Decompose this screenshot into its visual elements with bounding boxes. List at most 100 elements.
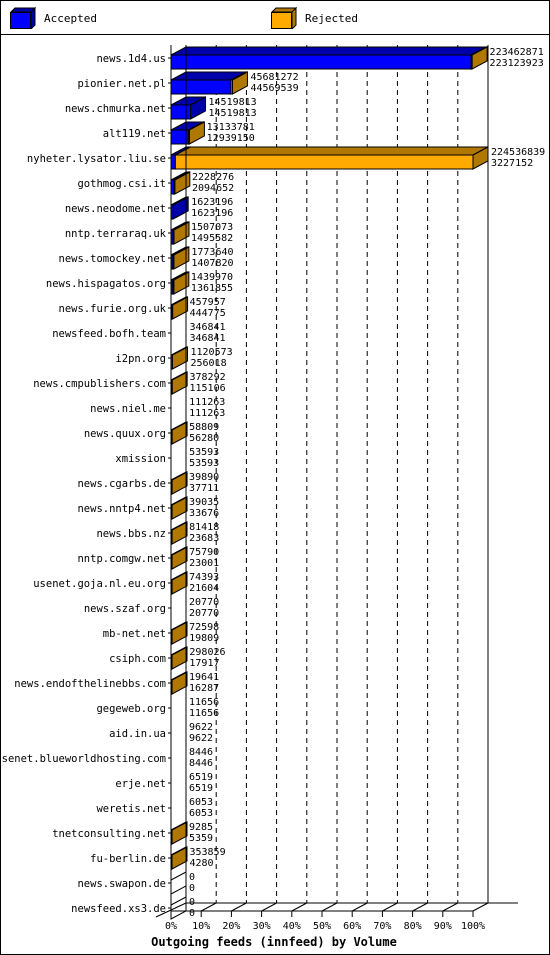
value-label-offered: 45681272 xyxy=(250,72,298,83)
bar-row xyxy=(170,171,191,195)
category-label: erje.net xyxy=(115,778,166,790)
x-tick-label: 80% xyxy=(404,921,422,932)
value-label-offered: 378292 xyxy=(190,372,226,383)
value-label-offered: 53593 xyxy=(189,447,219,458)
bar-front-face xyxy=(230,79,233,95)
bar-rejected xyxy=(170,496,188,520)
value-label-accepted: 14519813 xyxy=(209,108,257,119)
floor-tick-diagonal xyxy=(351,902,368,912)
value-label-accepted: 1495582 xyxy=(191,233,233,244)
category-label: news.furie.org.uk xyxy=(59,303,167,315)
category-label: news.niel.me xyxy=(90,403,166,415)
floor-tick-diagonal xyxy=(291,902,308,912)
value-label-accepted: 33676 xyxy=(189,508,219,519)
category-label: news.hispagatos.org xyxy=(46,278,166,290)
value-label-offered: 74393 xyxy=(189,572,219,583)
value-label-offered: 1773640 xyxy=(191,247,233,258)
value-label-accepted: 37711 xyxy=(189,483,219,494)
bar-row xyxy=(170,896,187,920)
bar-rejected xyxy=(174,146,489,170)
bar-row xyxy=(170,46,488,70)
bar-front-face xyxy=(170,154,176,170)
bar-front-face xyxy=(172,254,175,270)
bar-row xyxy=(170,346,189,370)
bar-row xyxy=(170,846,188,870)
value-label-offered: 223462871 xyxy=(490,47,544,58)
x-tick-label: 0% xyxy=(165,921,177,932)
value-label-accepted: 5359 xyxy=(189,833,213,844)
value-label-offered: 19641 xyxy=(189,672,219,683)
bar-front-face xyxy=(173,179,176,195)
category-label: newsfeed.xs3.de xyxy=(71,903,166,915)
bar-rejected xyxy=(170,846,188,870)
x-tick-label: 40% xyxy=(283,921,301,932)
bar-rejected xyxy=(170,521,188,545)
bar-row xyxy=(170,646,188,670)
value-label-offered: 9285 xyxy=(189,822,213,833)
bar-zero-outline xyxy=(170,871,187,895)
value-label-offered: 298026 xyxy=(189,647,225,658)
value-label-accepted: 346841 xyxy=(189,333,225,344)
bar-rejected xyxy=(170,671,188,695)
value-label-accepted: 21604 xyxy=(189,583,219,594)
value-label-offered: 75790 xyxy=(189,547,219,558)
bar-row xyxy=(170,296,189,320)
bar-top-face xyxy=(175,146,489,156)
x-tick-label: 10% xyxy=(192,921,210,932)
value-label-offered: 346841 xyxy=(189,322,225,333)
value-label-offered: 1120573 xyxy=(191,347,233,358)
value-label-offered: 1439970 xyxy=(191,272,233,283)
value-label-offered: 9622 xyxy=(189,722,213,733)
category-label: nyheter.lysator.liu.se xyxy=(27,153,166,165)
value-label-offered: 111263 xyxy=(189,397,225,408)
bar-rejected xyxy=(170,371,188,395)
category-label: news.tomockey.net xyxy=(59,253,166,265)
bar-row xyxy=(170,471,188,495)
value-label-offered: 39035 xyxy=(189,497,219,508)
value-label-accepted: 20770 xyxy=(189,608,219,619)
value-label-accepted: 111263 xyxy=(189,408,225,419)
value-label-accepted: 19809 xyxy=(189,633,219,644)
bar-row xyxy=(170,546,188,570)
category-label: nntp.comgw.net xyxy=(77,553,166,565)
bar-accepted xyxy=(170,46,487,70)
bar-front-face xyxy=(171,304,174,320)
category-label: xmission xyxy=(115,453,166,465)
bar-rejected xyxy=(170,621,188,645)
bar-front-face xyxy=(187,129,190,145)
value-label-accepted: 0 xyxy=(189,883,195,894)
value-label-accepted: 11656 xyxy=(189,708,219,719)
bar-empty xyxy=(170,871,187,895)
value-label-accepted: 56280 xyxy=(189,433,219,444)
value-label-offered: 457957 xyxy=(190,297,226,308)
value-label-accepted: 12939150 xyxy=(207,133,255,144)
bar-row xyxy=(170,71,248,95)
category-label: nntp.terraraq.uk xyxy=(65,228,167,240)
bar-rejected xyxy=(170,821,188,845)
value-label-offered: 39890 xyxy=(189,472,219,483)
category-label: gegeweb.org xyxy=(96,703,166,715)
value-label-offered: 224536839 xyxy=(491,147,545,158)
bar-rejected xyxy=(171,296,189,320)
bar-front-face xyxy=(170,54,472,70)
category-label: csiph.com xyxy=(109,653,166,665)
value-label-accepted: 17917 xyxy=(189,658,219,669)
bar-row xyxy=(170,521,188,545)
value-label-accepted: 9622 xyxy=(189,733,213,744)
bar-row xyxy=(170,871,187,895)
x-tick-label: 90% xyxy=(434,921,452,932)
bar-empty xyxy=(170,896,187,920)
floor-tick-diagonal xyxy=(321,902,338,912)
category-label: i2pn.org xyxy=(115,353,166,365)
value-label-accepted: 44569539 xyxy=(250,83,298,94)
value-label-offered: 0 xyxy=(189,872,195,883)
category-label: fu-berlin.de xyxy=(90,853,166,865)
category-label: news.neodome.net xyxy=(65,203,166,215)
value-label-offered: 72598 xyxy=(189,622,219,633)
bar-row xyxy=(170,671,188,695)
bar-front-face xyxy=(174,154,474,170)
value-label-accepted: 444775 xyxy=(190,308,226,319)
bar-rejected xyxy=(170,346,189,370)
bar-zero-outline xyxy=(170,896,187,920)
bar-chart: news.1d4.us 223462871223123923 pionier.net… xyxy=(0,45,545,949)
